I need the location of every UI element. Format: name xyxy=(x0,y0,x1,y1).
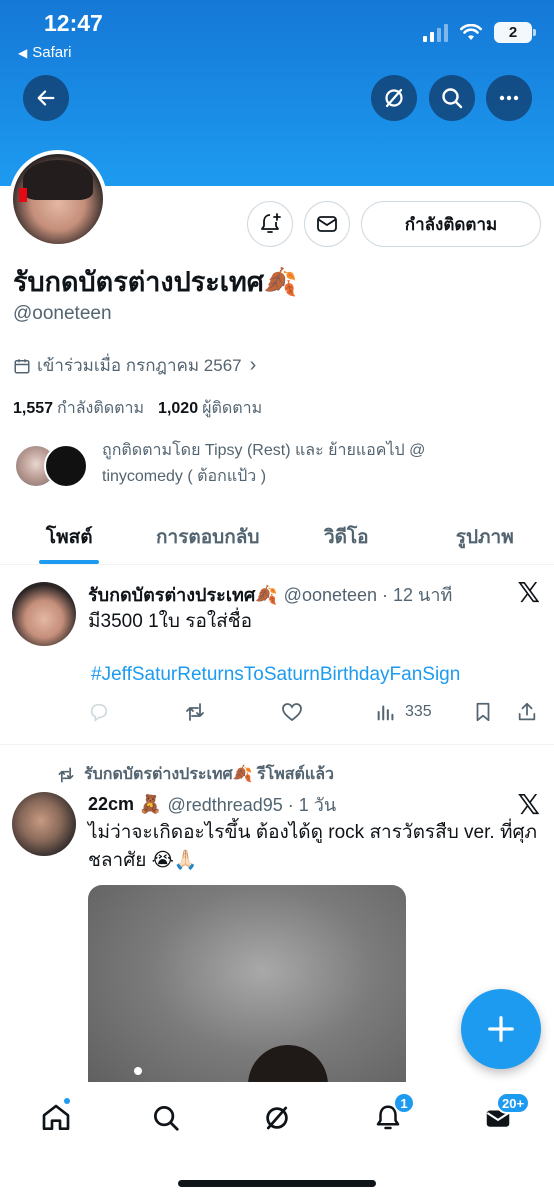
notifications-badge: 1 xyxy=(393,1092,415,1114)
search-icon xyxy=(154,1106,179,1131)
more-options-button[interactable] xyxy=(486,75,532,121)
post-text: มี3500 1ใบ รอใส่ชื่อ xyxy=(88,611,253,632)
followers-count: 1,020 xyxy=(158,400,199,417)
notifications-toggle-button[interactable] xyxy=(247,201,293,247)
followed-by-text: ถูกติดตามโดย Tipsy (Rest) และ ย้ายแอคไป … xyxy=(102,442,426,485)
compose-post-button[interactable] xyxy=(461,989,541,1069)
repost-icon xyxy=(58,767,74,782)
message-button[interactable] xyxy=(304,201,350,247)
post-divider xyxy=(0,744,554,745)
following-button[interactable]: กำลังติดตาม xyxy=(361,201,541,247)
grok-button[interactable] xyxy=(371,75,417,121)
grok-icon xyxy=(266,1106,288,1130)
share-icon xyxy=(518,702,536,721)
home-unread-dot xyxy=(62,1096,72,1106)
search-icon xyxy=(442,88,463,109)
nav-messages[interactable]: 20+ xyxy=(476,1092,531,1140)
back-to-app[interactable]: ◀ Safari xyxy=(18,44,71,61)
tab-posts[interactable]: โพสต์ xyxy=(0,512,139,564)
search-button[interactable] xyxy=(429,75,475,121)
profile-avatar[interactable] xyxy=(9,150,107,248)
repost-icon xyxy=(186,703,204,721)
post-author-name[interactable]: รับกดบัตรต่างประเทศ🍂 xyxy=(88,580,278,609)
like-button[interactable] xyxy=(280,700,375,724)
post-author-name[interactable]: 22cm 🧸 xyxy=(88,794,161,815)
plus-icon xyxy=(488,1016,514,1042)
followed-by-section[interactable]: ถูกติดตามโดย Tipsy (Rest) และ ย้ายแอคไป … xyxy=(14,438,544,498)
calendar-icon xyxy=(14,358,30,373)
heart-icon xyxy=(282,703,302,722)
post-header: 22cm 🧸 @redthread95 · 1 วัน xyxy=(88,790,336,819)
messages-badge: 20+ xyxy=(496,1092,531,1114)
repost-indicator[interactable]: รับกดบัตรต่างประเทศ🍂 รีโพสต์แล้ว xyxy=(56,762,334,787)
followers-label: ผู้ติดตาม xyxy=(202,400,263,417)
following-stat[interactable]: 1,557 กำลังติดตาม xyxy=(13,396,144,421)
follower-avatar xyxy=(44,444,88,488)
reply-bubble-icon xyxy=(90,703,108,722)
share-button[interactable] xyxy=(516,701,540,723)
x-logo-icon: 𝕏 xyxy=(517,576,540,609)
post-header: รับกดบัตรต่างประเทศ🍂 @ooneteen · 12 นาที xyxy=(88,580,452,609)
views-button[interactable]: 335 xyxy=(375,701,472,723)
nav-home[interactable] xyxy=(34,1096,78,1140)
following-label: กำลังติดตาม xyxy=(57,400,145,417)
nav-notifications[interactable]: 1 xyxy=(366,1092,415,1140)
bookmark-icon xyxy=(476,702,490,722)
tab-photos[interactable]: รูปภาพ xyxy=(416,512,554,564)
back-triangle-icon: ◀ xyxy=(18,45,28,60)
post-media-image[interactable] xyxy=(88,885,406,1100)
post-avatar[interactable] xyxy=(12,792,76,856)
repost-label: รับกดบัตรต่างประเทศ🍂 รีโพสต์แล้ว xyxy=(84,766,335,783)
netflix-logo-mark xyxy=(19,188,27,202)
post-item[interactable]: รับกดบัตรต่างประเทศ🍂 @ooneteen · 12 นาที… xyxy=(0,566,554,744)
post-avatar[interactable] xyxy=(12,582,76,646)
wifi-icon xyxy=(460,24,482,40)
bar-chart-icon xyxy=(377,705,394,721)
post-actions: 335 xyxy=(88,700,540,724)
chevron-right-icon: › xyxy=(249,354,257,376)
follow-stats: 1,557 กำลังติดตาม 1,020 ผู้ติดตาม xyxy=(13,396,262,421)
back-app-label: Safari xyxy=(32,44,72,61)
post-handle-time: @ooneteen · 12 นาที xyxy=(283,585,453,605)
status-icons: 2 xyxy=(423,22,536,43)
bell-plus-icon xyxy=(261,213,281,233)
post-handle-time: @redthread95 · 1 วัน xyxy=(167,795,337,815)
nav-search[interactable] xyxy=(144,1096,188,1140)
joined-date[interactable]: เข้าร่วมเมื่อ กรกฎาคม 2567 › xyxy=(13,352,256,379)
joined-text: เข้าร่วมเมื่อ กรกฎาคม 2567 xyxy=(37,356,242,375)
status-time: 12:47 xyxy=(44,10,103,36)
grok-icon xyxy=(385,88,403,108)
profile-handle: @ooneteen xyxy=(13,303,112,324)
reply-button[interactable] xyxy=(88,701,183,723)
tab-videos[interactable]: วิดีโอ xyxy=(277,512,416,564)
post-text: ไม่ว่าจะเกิดอะไรขึ้น ต้องได้ดู rock สารว… xyxy=(88,822,538,871)
home-icon xyxy=(42,1104,70,1130)
followers-stat[interactable]: 1,020 ผู้ติดตาม xyxy=(158,396,262,421)
more-dots-icon xyxy=(499,95,519,101)
profile-display-name: รับกดบัตรต่างประเทศ🍂 xyxy=(13,267,298,297)
envelope-icon xyxy=(317,216,337,232)
battery-icon: 2 xyxy=(494,22,536,43)
tab-replies[interactable]: การตอบกลับ xyxy=(139,512,278,564)
arrow-left-icon xyxy=(37,90,55,106)
cellular-signal-icon xyxy=(423,23,448,42)
following-count: 1,557 xyxy=(13,400,54,417)
nav-grok[interactable] xyxy=(255,1096,299,1140)
views-count: 335 xyxy=(405,703,432,720)
back-button[interactable] xyxy=(23,75,69,121)
x-logo-icon: 𝕏 xyxy=(517,788,540,821)
repost-button[interactable] xyxy=(183,700,280,724)
bookmark-button[interactable] xyxy=(472,701,516,723)
profile-tabs: โพสต์ การตอบกลับ วิดีโอ รูปภาพ xyxy=(0,512,554,565)
home-indicator xyxy=(178,1180,376,1187)
post-hashtag-link[interactable]: #JeffSaturReturnsToSaturnBirthdayFanSign xyxy=(91,664,460,686)
